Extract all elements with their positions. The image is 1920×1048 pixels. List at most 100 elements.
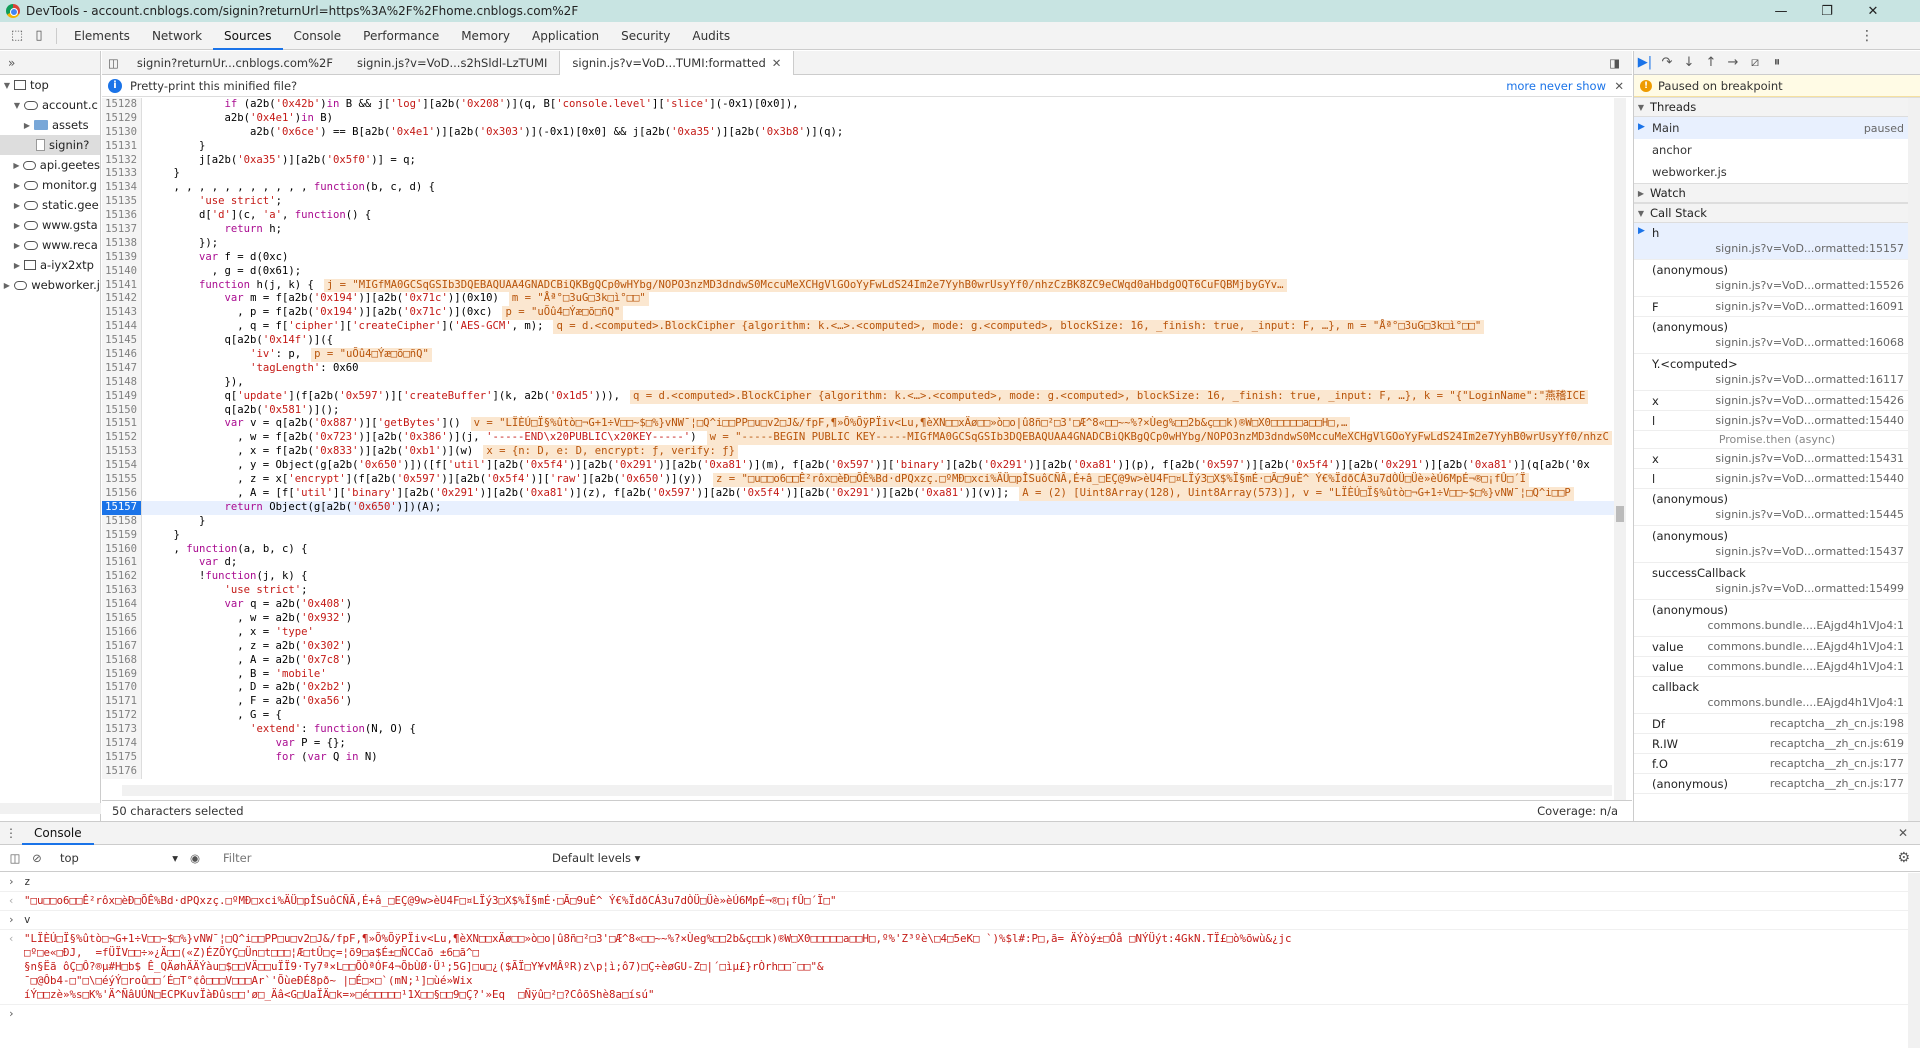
code-line[interactable]: 15159 }: [102, 528, 1614, 543]
debugger-scrollbar[interactable]: [1908, 98, 1920, 821]
line-number[interactable]: 15163: [102, 584, 142, 599]
code-line[interactable]: 15155 , z = x['encrypt'](f[a2b('0x597')]…: [102, 473, 1614, 487]
line-number[interactable]: 15143: [102, 306, 142, 321]
line-number[interactable]: 15141: [102, 278, 142, 293]
tree-item[interactable]: ▼ top: [0, 75, 100, 95]
code-line[interactable]: 15142 var m = f[a2b('0x194')][a2b('0x71c…: [102, 292, 1614, 307]
call-frame[interactable]: (anonymous) signin.js?v=VoD...ormatted:15…: [1634, 489, 1920, 526]
code-line[interactable]: 15139 var f = d(0xc): [102, 250, 1614, 265]
code-line[interactable]: 15136 d['d'](c, 'a', function() {: [102, 209, 1614, 224]
resume-icon[interactable]: ▶|: [1634, 52, 1656, 74]
line-number[interactable]: 15154: [102, 459, 142, 474]
code-line[interactable]: 15164 var q = a2b('0x408'): [102, 598, 1614, 612]
tab-console[interactable]: Console: [283, 22, 353, 50]
thread-item[interactable]: webworker.js: [1634, 161, 1920, 183]
file-tab[interactable]: signin?returnUr...cnblogs.com%2F: [125, 51, 345, 75]
line-number[interactable]: 15176: [102, 764, 142, 779]
console-sidebar-icon[interactable]: ◫: [4, 847, 26, 869]
line-number[interactable]: 15160: [102, 542, 142, 557]
frame-location[interactable]: signin.js?v=VoD...ormatted:15431: [1715, 452, 1904, 465]
line-number[interactable]: 15150: [102, 403, 142, 418]
code-line[interactable]: 15162 !function(j, k) {: [102, 570, 1614, 585]
section-header[interactable]: ▶ Watch: [1634, 183, 1920, 203]
line-number[interactable]: 15152: [102, 431, 142, 446]
expand-triangle-icon[interactable]: ▼: [2, 81, 12, 90]
frame-location[interactable]: recaptcha__zh_cn.js:619: [1770, 737, 1904, 750]
step-over-icon[interactable]: ↷: [1656, 52, 1678, 74]
line-number[interactable]: 15147: [102, 361, 142, 376]
never-show-link[interactable]: never show: [1540, 79, 1606, 93]
line-number[interactable]: 15156: [102, 486, 142, 501]
line-number[interactable]: 15140: [102, 264, 142, 279]
call-frame[interactable]: Y.<computed> signin.js?v=VoD...ormatted:1…: [1634, 354, 1920, 391]
log-levels-dropdown[interactable]: Default levels ▾: [552, 851, 640, 865]
tab-network[interactable]: Network: [141, 22, 213, 50]
console-settings-gear-icon[interactable]: ⚙: [1897, 850, 1910, 866]
frame-location[interactable]: commons.bundle....EAjgd4h1VJo4:1: [1707, 619, 1904, 632]
thread-item[interactable]: anchor: [1634, 139, 1920, 161]
close-drawer-icon[interactable]: ✕: [1898, 826, 1908, 840]
code-line[interactable]: 15171 , F = a2b('0xa56'): [102, 695, 1614, 710]
expand-triangle-icon[interactable]: ▼: [12, 101, 22, 110]
line-number[interactable]: 15153: [102, 445, 142, 460]
code-line[interactable]: 15158 }: [102, 514, 1614, 529]
code-line[interactable]: 15150 q[a2b('0x581')]();: [102, 403, 1614, 418]
call-frame[interactable]: R.IW recaptcha__zh_cn.js:619: [1634, 734, 1920, 754]
close-tab-icon[interactable]: ✕: [772, 51, 782, 75]
call-frame[interactable]: f.O recaptcha__zh_cn.js:177: [1634, 754, 1920, 774]
code-line[interactable]: 15161 var d;: [102, 556, 1614, 571]
code-line[interactable]: 15174 var P = {};: [102, 736, 1614, 751]
frame-location[interactable]: signin.js?v=VoD...ormatted:15426: [1715, 394, 1904, 407]
code-line[interactable]: 15144 , q = f['cipher']['createCipher'](…: [102, 320, 1614, 335]
frame-location[interactable]: signin.js?v=VoD...ormatted:15440: [1715, 414, 1904, 427]
line-number[interactable]: 15146: [102, 348, 142, 362]
restore-button[interactable]: ❐: [1804, 0, 1850, 22]
line-number[interactable]: 15166: [102, 625, 142, 640]
code-line[interactable]: 15176: [102, 764, 1614, 779]
code-vertical-scrollbar[interactable]: [1614, 98, 1626, 800]
line-number[interactable]: 15173: [102, 723, 142, 737]
frame-location[interactable]: signin.js?v=VoD...ormatted:15445: [1715, 508, 1904, 521]
console-tab[interactable]: Console: [22, 821, 94, 845]
line-number[interactable]: 15132: [102, 153, 142, 168]
tab-sources[interactable]: Sources: [213, 22, 283, 50]
code-line[interactable]: 15137 return h;: [102, 223, 1614, 237]
call-frame[interactable]: (anonymous) signin.js?v=VoD...ormatted:16…: [1634, 317, 1920, 354]
code-line[interactable]: 15141 function h(j, k) {j = "MIGfMA0GCSq…: [102, 278, 1614, 293]
expand-triangle-icon[interactable]: ▶: [12, 161, 21, 170]
pause-on-exceptions-icon[interactable]: ⏸: [1766, 52, 1788, 74]
call-frame[interactable]: value commons.bundle....EAjgd4h1VJo4:1: [1634, 657, 1920, 677]
line-number[interactable]: 15136: [102, 209, 142, 224]
line-number[interactable]: 15134: [102, 181, 142, 196]
expand-triangle-icon[interactable]: ▶: [12, 241, 22, 250]
section-header[interactable]: ▼ Call Stack: [1634, 203, 1920, 223]
tab-application[interactable]: Application: [521, 22, 610, 50]
line-number[interactable]: 15138: [102, 236, 142, 251]
line-number[interactable]: 15170: [102, 681, 142, 696]
frame-location[interactable]: commons.bundle....EAjgd4h1VJo4:1: [1707, 660, 1904, 673]
code-line[interactable]: 15132 j[a2b('0xa35')][a2b('0x5f0')] = q;: [102, 153, 1614, 168]
code-line[interactable]: 15156 , A = [f['util']['binary'][a2b('0x…: [102, 486, 1614, 501]
frame-location[interactable]: signin.js?v=VoD...ormatted:15437: [1715, 545, 1904, 558]
section-header[interactable]: ▼ Threads: [1634, 97, 1920, 117]
code-line[interactable]: 15165 , w = a2b('0x932'): [102, 611, 1614, 626]
expand-triangle-icon[interactable]: ▶: [2, 281, 12, 290]
frame-location[interactable]: recaptcha__zh_cn.js:177: [1770, 757, 1904, 770]
tree-item[interactable]: ▶ api.geetes: [0, 155, 100, 175]
line-number[interactable]: 15158: [102, 514, 142, 529]
inspect-element-icon[interactable]: ⬚: [6, 25, 28, 47]
line-number[interactable]: 15175: [102, 750, 142, 765]
close-window-button[interactable]: ✕: [1850, 0, 1896, 22]
call-frame[interactable]: Fsignin.js?v=VoD...ormatted:16091: [1634, 297, 1920, 317]
code-line[interactable]: 15166 , x = 'type': [102, 625, 1614, 640]
step-icon[interactable]: →: [1722, 52, 1744, 74]
thread-item[interactable]: Main paused: [1634, 117, 1920, 139]
tree-item[interactable]: ▶ monitor.g: [0, 175, 100, 195]
line-number[interactable]: 15157: [102, 500, 142, 515]
code-line[interactable]: 15148 }),: [102, 375, 1614, 390]
code-view[interactable]: 15128 if (a2b('0x42b')in B && j['log'][a…: [102, 98, 1614, 800]
tree-item[interactable]: ▶ static.gee: [0, 195, 100, 215]
code-line[interactable]: 15152 , w = f[a2b('0x723')][a2b('0x386')…: [102, 431, 1614, 446]
code-line[interactable]: 15168 , A = a2b('0x7c8'): [102, 653, 1614, 668]
line-number[interactable]: 15171: [102, 695, 142, 710]
